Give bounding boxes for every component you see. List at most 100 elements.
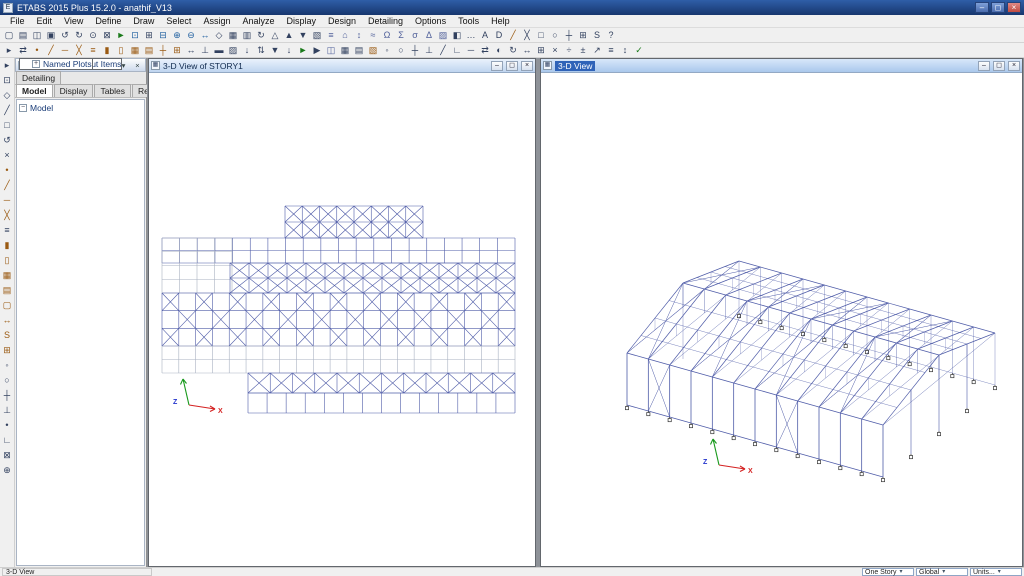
detailing-report-icon[interactable]: ▤: [352, 44, 366, 57]
guideline-icon[interactable]: ─: [464, 44, 478, 57]
draw-braces-icon[interactable]: ╳: [1, 208, 14, 223]
merge-icon[interactable]: ±: [576, 44, 590, 57]
snap-joints-icon[interactable]: ◦: [1, 358, 14, 373]
move-icon[interactable]: ↔: [520, 44, 534, 57]
set-display-options-icon[interactable]: ≡: [324, 29, 338, 42]
draw-joint-icon[interactable]: •: [1, 163, 14, 178]
rotate-icon[interactable]: ↻: [506, 44, 520, 57]
draw-grid-icon[interactable]: ⊞: [1, 343, 14, 358]
joint-load-icon[interactable]: ↓: [282, 44, 296, 57]
quick-draw-frame-icon[interactable]: ─: [1, 193, 14, 208]
draw-frame-icon[interactable]: ╱: [1, 178, 14, 193]
plan-view-icon[interactable]: ▦: [226, 29, 240, 42]
select-pointer-icon[interactable]: ▸: [2, 44, 16, 57]
rubber-band-zoom-icon[interactable]: ⊡: [128, 29, 142, 42]
section-cut-icon[interactable]: S: [590, 29, 604, 42]
close-button[interactable]: ×: [1007, 2, 1021, 13]
snap-perpendicular-icon[interactable]: ⊥: [1, 403, 14, 418]
3d-window-titlebar[interactable]: ▦ 3-D View – ◻ ×: [541, 59, 1022, 73]
select-line-icon[interactable]: ╱: [1, 103, 14, 118]
show-forces-icon[interactable]: Σ: [394, 29, 408, 42]
file[interactable]: File: [4, 15, 31, 28]
tab-detailing[interactable]: Detailing: [16, 71, 61, 84]
design[interactable]: Design: [322, 15, 362, 28]
analyze[interactable]: Analyze: [236, 15, 280, 28]
child-minimize-icon[interactable]: –: [978, 61, 990, 71]
frame-load-icon[interactable]: ⇅: [254, 44, 268, 57]
child-minimize-icon[interactable]: –: [491, 61, 503, 71]
divide-icon[interactable]: ÷: [562, 44, 576, 57]
restore-full-view-icon[interactable]: ⊞: [142, 29, 156, 42]
snap-lines-icon[interactable]: ╱: [436, 44, 450, 57]
edit[interactable]: Edit: [31, 15, 59, 28]
draw-wall-icon[interactable]: ▮: [1, 238, 14, 253]
help[interactable]: Help: [485, 15, 516, 28]
panel-close-icon[interactable]: ×: [132, 60, 143, 70]
maximize-button[interactable]: ◻: [991, 2, 1005, 13]
copy-icon[interactable]: ⊞: [534, 44, 548, 57]
view[interactable]: View: [58, 15, 89, 28]
open-file-icon[interactable]: ▤: [16, 29, 30, 42]
plan-lock-icon[interactable]: ⊠: [1, 448, 14, 463]
snap-options-icon[interactable]: ┼: [562, 29, 576, 42]
save-model-icon[interactable]: ◫: [30, 29, 44, 42]
stretch-icon[interactable]: ↕: [618, 44, 632, 57]
pan-icon[interactable]: ↔: [198, 29, 212, 42]
story-selector[interactable]: One Story ▾: [862, 568, 914, 576]
tab-display[interactable]: Display: [54, 84, 94, 97]
move-up-story-icon[interactable]: ▲: [282, 29, 296, 42]
measure-icon[interactable]: ↔: [184, 44, 198, 57]
ortho-toggle-icon[interactable]: ∟: [450, 44, 464, 57]
more-tools-icon[interactable]: …: [464, 29, 478, 42]
minimize-button[interactable]: –: [975, 2, 989, 13]
move-down-story-icon[interactable]: ▼: [296, 29, 310, 42]
collapse-icon[interactable]: −: [19, 104, 27, 112]
select-all-icon[interactable]: ╳: [520, 29, 534, 42]
elevation-view-icon[interactable]: ▥: [240, 29, 254, 42]
plan-view-canvas[interactable]: XZ: [149, 73, 535, 566]
delete-icon[interactable]: ×: [548, 44, 562, 57]
quick-draw-wall-icon[interactable]: ▯: [114, 44, 128, 57]
extrude-icon[interactable]: ↗: [590, 44, 604, 57]
check-model-icon[interactable]: ✓: [632, 44, 646, 57]
ortho-icon[interactable]: ∟: [1, 433, 14, 448]
help-icon[interactable]: ?: [604, 29, 618, 42]
draw-frame-icon[interactable]: ╱: [44, 44, 58, 57]
flip-icon[interactable]: ⇄: [478, 44, 492, 57]
draw-line-icon[interactable]: ╱: [506, 29, 520, 42]
reshape-object-icon[interactable]: ⇄: [16, 44, 30, 57]
deselect-icon[interactable]: □: [1, 118, 14, 133]
detailing[interactable]: Detailing: [362, 15, 409, 28]
child-close-icon[interactable]: ×: [1008, 61, 1020, 71]
detailing-drawings-icon[interactable]: ▧: [366, 44, 380, 57]
show-energy-icon[interactable]: Δ: [422, 29, 436, 42]
object-shrink-icon[interactable]: ▧: [310, 29, 324, 42]
undo-icon[interactable]: ↺: [58, 29, 72, 42]
show-undeformed-icon[interactable]: ⌂: [338, 29, 352, 42]
named-display-icon[interactable]: ▨: [436, 29, 450, 42]
align-icon[interactable]: ≡: [604, 44, 618, 57]
mirror-icon[interactable]: ◐: [492, 44, 506, 57]
new-model-icon[interactable]: ▢: [2, 29, 16, 42]
quick-draw-floor-icon[interactable]: ▤: [142, 44, 156, 57]
shell-load-icon[interactable]: ▼: [268, 44, 282, 57]
assign[interactable]: Assign: [197, 15, 236, 28]
draw-section-cut-icon[interactable]: S: [1, 328, 14, 343]
show-deformed-shape-icon[interactable]: ≈: [366, 29, 380, 42]
3d-view-icon[interactable]: ◇: [212, 29, 226, 42]
previous-selection-icon[interactable]: ↺: [1, 133, 14, 148]
run-detailing-icon[interactable]: ►: [296, 44, 310, 57]
tab-tables[interactable]: Tables: [94, 84, 131, 97]
coordinate-system-selector[interactable]: Global ▾: [916, 568, 968, 576]
tab-model[interactable]: Model: [16, 84, 53, 97]
draw-grid-icon[interactable]: ⊞: [170, 44, 184, 57]
show-detailing-icon[interactable]: ◫: [324, 44, 338, 57]
quick-draw-secondary-beams-icon[interactable]: ≡: [86, 44, 100, 57]
print-icon[interactable]: ▣: [44, 29, 58, 42]
draw-dimension-icon[interactable]: ↔: [1, 313, 14, 328]
quick-draw-frame-icon[interactable]: ─: [58, 44, 72, 57]
select-poly-icon[interactable]: ◇: [1, 88, 14, 103]
show-stresses-icon[interactable]: σ: [408, 29, 422, 42]
start-detailing-icon[interactable]: ▶: [310, 44, 324, 57]
child-restore-icon[interactable]: ◻: [506, 61, 518, 71]
